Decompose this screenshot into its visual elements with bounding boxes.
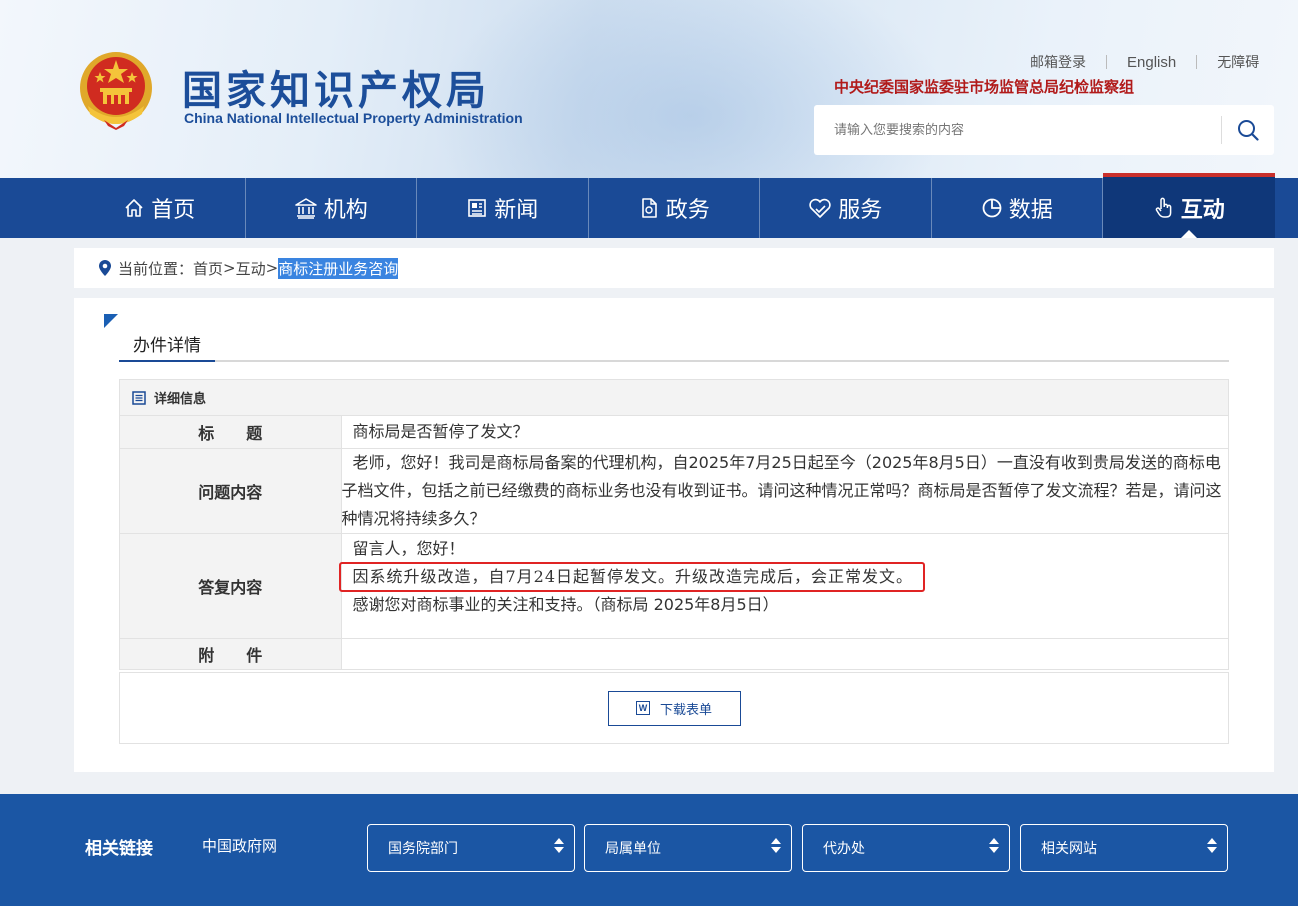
institution-icon	[294, 197, 318, 219]
breadcrumb-home-link[interactable]: 首页	[193, 258, 223, 279]
corner-triangle-icon	[104, 314, 118, 328]
heart-hand-icon	[808, 197, 832, 219]
nav-label: 首页	[151, 198, 196, 223]
title-value: 商标局是否暂停了发文？	[352, 421, 529, 441]
divider	[1196, 55, 1198, 69]
national-emblem-icon	[80, 52, 152, 130]
list-icon	[132, 390, 146, 405]
top-links: 邮箱登录 English 无障碍	[1030, 52, 1259, 72]
main-content: 办件详情 详细信息 标 题 商标局是否暂停了发文？ 问题内容 老师，您好！我司是…	[74, 298, 1274, 772]
site-logo-title[interactable]: 国家知识产权局	[182, 58, 490, 116]
breadcrumb-current[interactable]: 商标注册业务咨询	[278, 257, 399, 279]
detail-panel-header: 详细信息	[120, 380, 1228, 416]
question-value: 老师，您好！我司是商标局备案的代理机构，自2025年7月25日起至今（2025年…	[341, 447, 1228, 533]
select-state-council[interactable]: 国务院部门	[367, 824, 575, 872]
gov-portal-link[interactable]: 中国政府网	[202, 835, 277, 856]
answer-greeting: 留言人，您好！	[352, 538, 465, 558]
nav-item-service[interactable]: 服务	[760, 178, 932, 238]
select-label: 代办处	[823, 841, 865, 857]
hand-pointer-icon	[1153, 196, 1175, 220]
news-icon	[466, 197, 488, 219]
select-agency-offices[interactable]: 代办处	[802, 824, 1010, 872]
answer-closing: 感谢您对商标事业的关注和支持。（商标局 2025年8月5日）	[352, 594, 779, 614]
answer-highlight: 因系统升级改造，自7月24日起暂停发文。升级改造完成后，会正常发文。	[338, 561, 926, 592]
attachment-label: 附 件	[120, 637, 342, 669]
nav-item-interaction[interactable]: 互动	[1103, 173, 1275, 238]
breadcrumb-separator: >	[223, 259, 236, 277]
select-affiliated-units[interactable]: 局属单位	[584, 824, 792, 872]
nav-label: 数据	[1008, 198, 1053, 223]
answer-value: 留言人，您好！ 因系统升级改造，自7月24日起暂停发文。升级改造完成后，会正常发…	[338, 532, 1228, 638]
search-button[interactable]	[1222, 105, 1274, 155]
mail-login-link[interactable]: 邮箱登录	[1030, 52, 1086, 72]
table-row: 标 题 商标局是否暂停了发文？	[120, 416, 1228, 448]
detail-panel-title: 详细信息	[154, 392, 207, 407]
table-row: 附 件	[120, 637, 1228, 669]
nav-label: 互动	[1180, 197, 1225, 223]
nav-label: 政务	[665, 198, 710, 223]
question-label: 问题内容	[120, 447, 342, 533]
updown-arrow-icon	[554, 838, 564, 853]
nav-item-government[interactable]: 政务	[589, 178, 760, 238]
search-box	[814, 105, 1274, 155]
detail-panel: 详细信息 标 题 商标局是否暂停了发文？ 问题内容 老师，您好！我司是商标局备案…	[119, 379, 1229, 670]
updown-arrow-icon	[989, 838, 999, 853]
nav-item-data[interactable]: 数据	[932, 178, 1103, 238]
document-icon	[638, 197, 660, 219]
title-label: 标 题	[120, 416, 342, 448]
nav-item-home[interactable]: 首页	[74, 178, 246, 238]
active-caret	[1180, 230, 1197, 238]
divider	[1106, 55, 1107, 69]
nav-item-news[interactable]: 新闻	[417, 178, 589, 238]
search-icon	[1238, 120, 1259, 141]
answer-label: 答复内容	[120, 532, 342, 638]
table-row: 问题内容 老师，您好！我司是商标局备案的代理机构，自2025年7月25日起至今（…	[120, 447, 1228, 533]
breadcrumb-prefix: 当前位置：	[118, 259, 194, 278]
accessibility-link[interactable]: 无障碍	[1217, 52, 1259, 72]
download-form-button[interactable]: W 下载表单	[607, 690, 741, 726]
attachment-value	[341, 637, 1228, 669]
select-label: 相关网站	[1041, 841, 1097, 857]
search-input[interactable]	[814, 105, 1221, 155]
detail-table: 标 题 商标局是否暂停了发文？ 问题内容 老师，您好！我司是商标局备案的代理机构…	[120, 416, 1228, 669]
select-label: 局属单位	[605, 841, 661, 857]
site-footer: 相关链接 中国政府网 国务院部门 局属单位 代办处 相关网站	[0, 794, 1298, 906]
location-pin-icon	[98, 259, 112, 277]
updown-arrow-icon	[771, 838, 781, 853]
home-icon	[123, 197, 145, 219]
site-logo-subtitle[interactable]: China National Intellectual Property Adm…	[184, 110, 523, 126]
nav-label: 机构	[323, 198, 368, 223]
select-label: 国务院部门	[388, 841, 458, 857]
question-text: 老师，您好！我司是商标局备案的代理机构，自2025年7月25日起至今（2025年…	[341, 452, 1222, 528]
main-nav: 首页 机构 新闻 政务 服务 数据 互动	[0, 173, 1298, 238]
related-links-label: 相关链接	[85, 839, 153, 859]
table-row: 答复内容 留言人，您好！ 因系统升级改造，自7月24日起暂停发文。升级改造完成后…	[120, 532, 1228, 638]
breadcrumb-separator: >	[265, 259, 279, 277]
section-title: 办件详情	[119, 334, 215, 362]
breadcrumb: 当前位置： 首页 > 互动 > 商标注册业务咨询	[74, 248, 1274, 288]
download-label: 下载表单	[659, 702, 712, 718]
nav-label: 新闻	[494, 198, 539, 223]
word-doc-icon: W	[635, 701, 650, 715]
download-area: W 下载表单	[119, 672, 1229, 744]
select-related-sites[interactable]: 相关网站	[1020, 824, 1228, 872]
english-link[interactable]: English	[1127, 54, 1176, 71]
section-title-bar: 办件详情	[119, 334, 1229, 362]
breadcrumb-interaction-link[interactable]: 互动	[236, 258, 266, 279]
discipline-group-link[interactable]: 中央纪委国家监委驻市场监管总局纪检监察组	[834, 76, 1134, 97]
nav-item-institution[interactable]: 机构	[246, 178, 417, 238]
site-header: 国家知识产权局 China National Intellectual Prop…	[0, 0, 1298, 178]
updown-arrow-icon	[1207, 838, 1217, 853]
pie-chart-icon	[981, 197, 1003, 219]
nav-label: 服务	[838, 198, 883, 223]
